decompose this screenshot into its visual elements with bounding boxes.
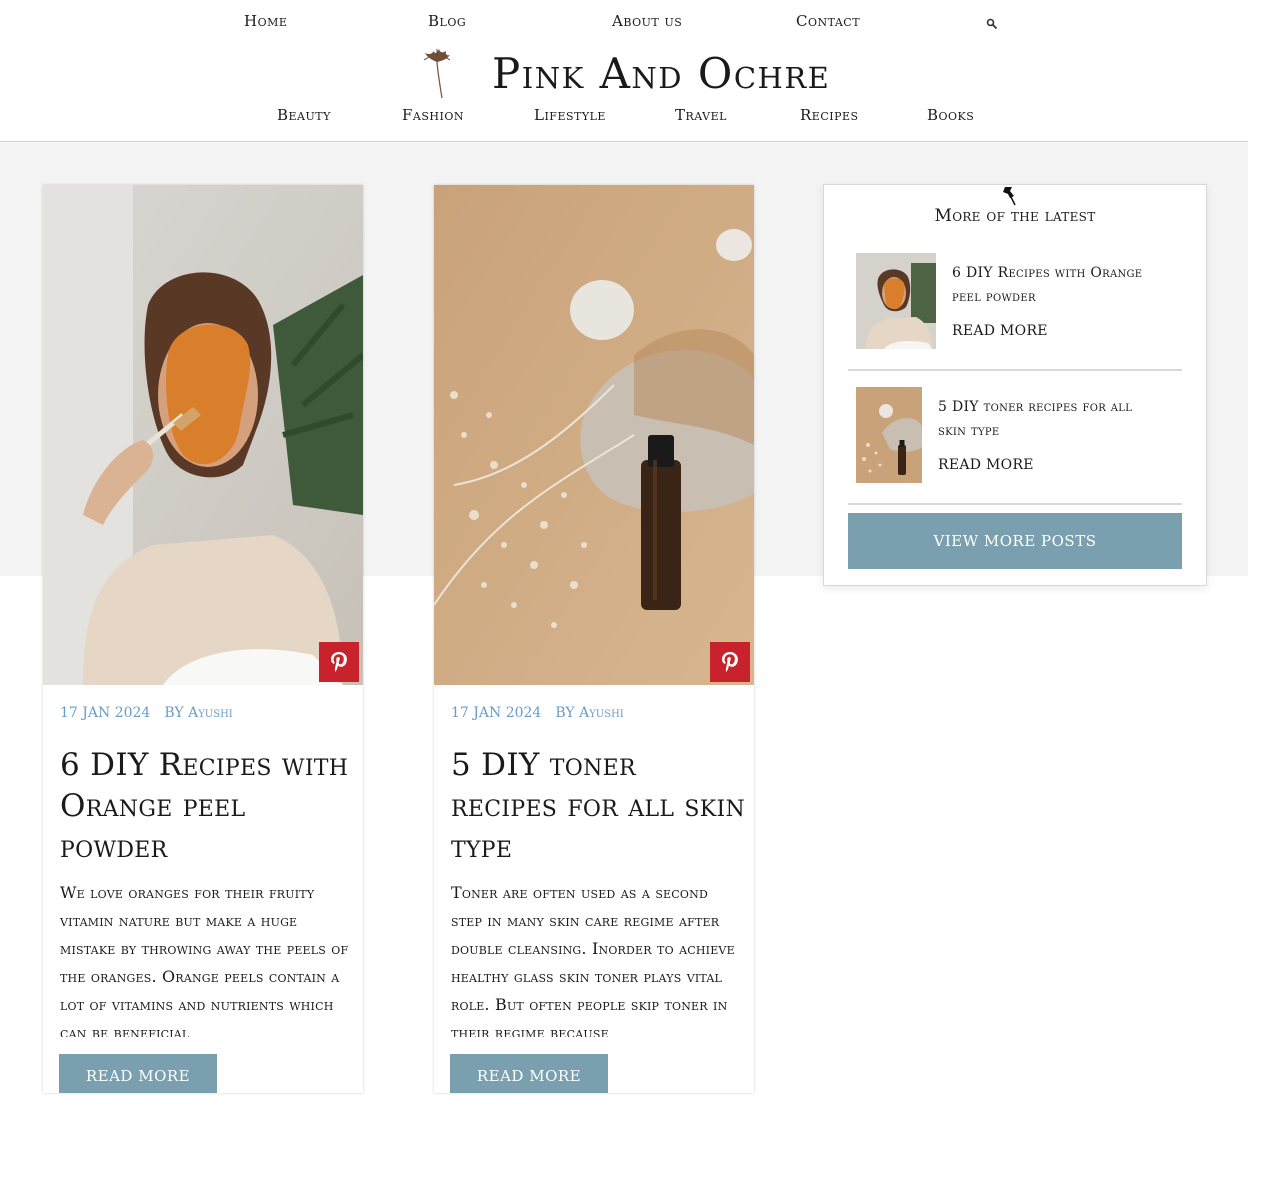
pinterest-icon [722,652,738,672]
search-icon[interactable] [986,18,998,30]
read-more-button[interactable]: READ MORE [450,1054,608,1093]
post-card: 17 JAN 2024 BY Ayushi 5 DIY toner recipes… [434,185,754,1093]
latest-posts-widget: More of the latest 6 DIY Recipes with Or… [823,184,1207,586]
post-excerpt: Toner are often used as a second step in… [451,883,735,1037]
latest-post-read-more[interactable]: READ MORE [938,457,1034,473]
nav-contact[interactable]: Contact [796,12,860,30]
top-nav: Home Blog About us Contact [0,12,1280,34]
post-excerpt: We love oranges for their fruity vitamin… [60,883,349,1037]
post-image-toner-bottle[interactable] [434,185,754,685]
read-more-button[interactable]: READ MORE [59,1054,217,1093]
nav-home[interactable]: Home [244,12,287,30]
category-books[interactable]: Books [927,106,974,124]
pinterest-icon [331,652,347,672]
post-image-orange-mask[interactable] [43,185,363,685]
latest-post-item[interactable]: 5 DIY toner recipes for all skin type RE… [848,387,1182,487]
nav-blog[interactable]: Blog [428,12,466,30]
latest-post-title[interactable]: 5 DIY toner recipes for all skin type [938,395,1158,443]
widget-title: More of the latest [934,206,1096,226]
view-more-posts-button[interactable]: VIEW MORE POSTS [848,513,1182,569]
category-beauty[interactable]: Beauty [277,106,331,124]
post-card: 17 JAN 2024 BY Ayushi 6 DIY Recipes with … [43,185,363,1093]
author-prefix: BY [164,705,184,721]
post-title[interactable]: 6 DIY Recipes with Orange peel powder [60,745,355,868]
nav-about-us[interactable]: About us [612,12,682,30]
category-nav: Beauty Fashion Lifestyle Travel Recipes … [0,106,1280,130]
widget-divider [848,503,1182,505]
latest-post-thumbnail[interactable] [856,253,936,349]
pinterest-button[interactable] [710,642,750,682]
post-meta: 17 JAN 2024 BY Ayushi [451,705,624,721]
author-name[interactable]: Ayushi [188,705,233,721]
post-date: 17 JAN 2024 [451,705,542,721]
dried-flower-icon[interactable] [420,48,454,100]
category-lifestyle[interactable]: Lifestyle [534,106,606,124]
post-title[interactable]: 5 DIY toner recipes for all skin type [451,745,746,868]
post-date: 17 JAN 2024 [60,705,151,721]
pinterest-button[interactable] [319,642,359,682]
post-author[interactable]: BY Ayushi [555,705,623,721]
author-prefix: BY [555,705,575,721]
category-travel[interactable]: Travel [675,106,727,124]
site-title[interactable]: Pink And Ochre [492,48,830,100]
post-meta: 17 JAN 2024 BY Ayushi [60,705,233,721]
latest-post-item[interactable]: 6 DIY Recipes with Orange peel powder RE… [848,253,1182,353]
latest-post-title[interactable]: 6 DIY Recipes with Orange peel powder [952,261,1172,309]
category-recipes[interactable]: Recipes [800,106,859,124]
post-author[interactable]: BY Ayushi [164,705,232,721]
latest-post-thumbnail[interactable] [856,387,922,483]
latest-post-read-more[interactable]: READ MORE [952,323,1048,339]
widget-divider [848,369,1182,371]
category-fashion[interactable]: Fashion [402,106,464,124]
header-divider [0,141,1248,142]
author-name[interactable]: Ayushi [579,705,624,721]
brand-header: Pink And Ochre [0,46,1280,102]
